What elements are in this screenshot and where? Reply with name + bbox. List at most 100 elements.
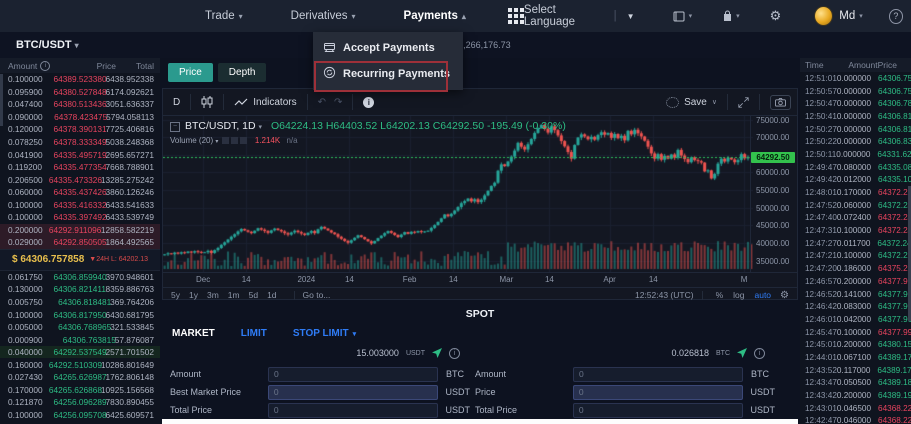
goto-button[interactable]: Go to... xyxy=(303,290,331,300)
orderbook-row[interactable]: 0.09000064378.4234755794.058113 xyxy=(0,111,160,124)
trade-price: 64306.818481 xyxy=(878,125,911,134)
transfer-icon[interactable] xyxy=(432,348,442,358)
undo-icon[interactable]: ↶ xyxy=(318,97,326,108)
trade-price: 64372.241917 xyxy=(878,213,911,222)
cloud-icon xyxy=(666,97,679,108)
trade-row: 12:49:420.01200064335.100218 xyxy=(800,174,911,187)
orderbook-row[interactable]: 0.00500064306.768965321.533845 xyxy=(0,321,160,334)
candle-style-icon[interactable] xyxy=(201,95,213,109)
orderbook-row[interactable]: 0.02900064292.8505051864.492565 xyxy=(0,236,160,249)
timeframe-5d[interactable]: 5d xyxy=(249,290,258,300)
info-icon[interactable]: i xyxy=(449,348,460,359)
axis-settings-gear-icon[interactable]: ⚙ xyxy=(780,290,789,301)
tab-price[interactable]: Price xyxy=(168,63,213,82)
settings-gear-icon[interactable]: ⚙ xyxy=(770,8,782,24)
study-controls[interactable] xyxy=(221,136,248,145)
orderbook-row[interactable]: 0.17000064265.62686810925.156568 xyxy=(0,384,160,397)
fullscreen-icon[interactable] xyxy=(738,97,749,108)
form-field-row: Total PriceUSDT xyxy=(170,402,470,418)
amount-input[interactable] xyxy=(573,367,743,382)
orderbook-row[interactable]: 0.00090064306.76381557.876087 xyxy=(0,333,160,346)
help-icon[interactable]: ? xyxy=(889,9,903,24)
orderbook-row[interactable]: 0.12000064378.3901317725.406816 xyxy=(0,123,160,136)
assets-book-icon[interactable]: ▾ xyxy=(673,11,693,22)
timeframe-1m[interactable]: 1m xyxy=(228,290,240,300)
interval-button[interactable]: D xyxy=(173,97,180,108)
menu-item-accept-payments[interactable]: Accept Payments xyxy=(313,35,463,61)
trade-row: 12:50:110.00000064331.620589 xyxy=(800,148,911,161)
trade-time: 12:47:31 xyxy=(805,226,837,235)
orderbook-row[interactable]: 0.10000064256.0957086425.609571 xyxy=(0,409,160,422)
collapse-icon[interactable]: − xyxy=(170,122,180,132)
redo-icon[interactable]: ↷ xyxy=(334,97,342,108)
percent-scale-button[interactable]: % xyxy=(716,290,724,300)
user-menu[interactable]: Md ▾ xyxy=(839,10,863,22)
orderbook-row[interactable]: 0.10000064335.4163326433.541633 xyxy=(0,198,160,211)
order-amount: 0.100000 xyxy=(8,410,54,420)
timeframe-1y[interactable]: 1y xyxy=(189,290,198,300)
auto-scale-button[interactable]: auto xyxy=(754,290,771,300)
total-price-input[interactable] xyxy=(268,403,438,418)
timeframe-3m[interactable]: 3m xyxy=(207,290,219,300)
scrollbar[interactable] xyxy=(0,74,3,126)
total-price-input[interactable] xyxy=(573,403,743,418)
time-header: Time xyxy=(805,60,840,70)
info-icon[interactable]: i xyxy=(754,348,765,359)
nav-item-trade[interactable]: Trade▾ xyxy=(205,10,243,22)
tab-market[interactable]: MARKET xyxy=(172,328,215,339)
orders-bag-icon[interactable]: ▾ xyxy=(722,10,740,22)
buy-form: AmountBTCBest Market PriceUSDTTotal Pric… xyxy=(170,366,470,420)
nav-item-derivatives[interactable]: Derivatives▾ xyxy=(291,10,356,22)
screenshot-camera-icon[interactable] xyxy=(770,95,791,110)
price-axis[interactable]: 75000.0070000.0060000.0055000.0050000.00… xyxy=(750,116,797,272)
orderbook-row[interactable]: 0.20000064292.91109612858.582219 xyxy=(0,224,160,237)
pair-selector[interactable]: BTC/USDT ▾ xyxy=(16,39,79,51)
language-selector[interactable]: Select Language | ▼ xyxy=(524,4,635,28)
timeframe-1d[interactable]: 1d xyxy=(267,290,276,300)
trade-price: 64389.183330 xyxy=(878,378,911,387)
time-axis-label: 14 xyxy=(649,275,658,284)
menu-item-recurring-payments[interactable]: Recurring Payments xyxy=(313,61,463,87)
apps-grid-icon[interactable] xyxy=(508,8,524,24)
orderbook-row[interactable]: 0.07825064378.3333495038.248368 xyxy=(0,136,160,149)
orderbook-row[interactable]: 0.04000064292.5375492571.701502 xyxy=(0,346,160,359)
tab-limit[interactable]: LIMIT xyxy=(241,328,267,339)
tab-depth[interactable]: Depth xyxy=(218,63,267,82)
trade-price: 64377.937550 xyxy=(878,277,911,286)
orderbook-row[interactable]: 0.09590064380.5278486174.092621 xyxy=(0,86,160,99)
info-icon[interactable]: i xyxy=(40,61,50,71)
trade-price: 64389.175280 xyxy=(877,366,911,375)
trade-amount: 0.060000 xyxy=(837,201,871,210)
orderbook-row[interactable]: 0.10000064335.3974926433.539749 xyxy=(0,211,160,224)
amount-input[interactable] xyxy=(268,367,438,382)
orderbook-row[interactable]: 0.06000064335.4374263860.126246 xyxy=(0,186,160,199)
orderbook-row[interactable]: 0.10000064306.8179506430.681795 xyxy=(0,308,160,321)
clock[interactable]: 12:52:43 (UTC) xyxy=(635,290,694,300)
price-input[interactable] xyxy=(573,385,743,400)
tab-stop-limit[interactable]: STOP LIMIT▾ xyxy=(293,328,356,339)
orderbook-row[interactable]: 0.13000064306.8214118359.886763 xyxy=(0,283,160,296)
timeframe-5y[interactable]: 5y xyxy=(171,290,180,300)
indicators-button[interactable]: Indicators xyxy=(234,97,296,108)
orderbook-row[interactable]: 0.10000064389.5233806438.952338 xyxy=(0,73,160,86)
log-scale-button[interactable]: log xyxy=(733,290,744,300)
orderbook-row[interactable]: 0.04190064335.4957192695.657271 xyxy=(0,148,160,161)
save-button[interactable]: Save ∨ xyxy=(666,97,717,108)
chevron-down-icon: ∨ xyxy=(712,98,717,106)
transfer-icon[interactable] xyxy=(737,348,747,358)
orderbook-row[interactable]: 0.02743064265.6269871762.806148 xyxy=(0,371,160,384)
nav-item-payments[interactable]: Payments▴ xyxy=(404,10,466,22)
avatar[interactable] xyxy=(815,7,832,25)
orderbook-row[interactable]: 0.11920064335.4773547668.788901 xyxy=(0,161,160,174)
orderbook-row[interactable]: 0.00575064306.818481369.764206 xyxy=(0,296,160,309)
order-amount: 0.120000 xyxy=(8,124,54,134)
orderbook-row[interactable]: 0.12187064256.0962897830.890455 xyxy=(0,396,160,409)
time-axis[interactable]: Dec14202414Feb14Mar14Apr14M xyxy=(163,272,797,287)
orderbook-row[interactable]: 0.04740064380.5134363051.636337 xyxy=(0,98,160,111)
orderbook-row[interactable]: 0.16000064292.51030910286.801649 xyxy=(0,358,160,371)
orderbook-row[interactable]: 0.06175064306.8599403970.948601 xyxy=(0,271,160,284)
best-market-price-input[interactable] xyxy=(268,385,438,400)
orderbook-row[interactable]: 0.20650064335.47332613285.275242 xyxy=(0,173,160,186)
info-icon[interactable]: i xyxy=(363,97,374,108)
order-total: 6438.952338 xyxy=(106,74,154,84)
